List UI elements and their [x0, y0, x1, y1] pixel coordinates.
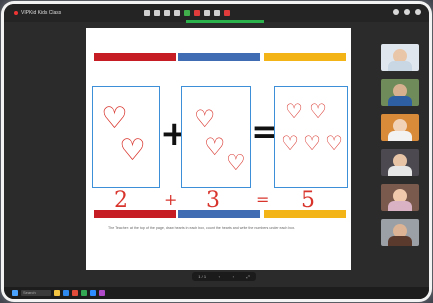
- video-app-icon[interactable]: [90, 290, 96, 296]
- participant-body: [388, 96, 412, 106]
- left-box: ♡ ♡: [92, 86, 160, 188]
- layout-icon[interactable]: [404, 9, 410, 15]
- page-indicator: 1 / 1: [198, 274, 207, 279]
- participant-panel: [377, 44, 425, 254]
- slide-caption: The Teacher: at the top of the page, dra…: [108, 226, 296, 230]
- participant-video[interactable]: [381, 184, 419, 211]
- next-page-button[interactable]: ›: [233, 274, 234, 279]
- heart-drawing: ♡: [285, 99, 303, 123]
- taskbar: Search: [4, 287, 429, 299]
- slide-controls: 1 / 1 ‹ › ⤢: [192, 272, 256, 281]
- participant-body: [388, 166, 412, 176]
- participant-body: [388, 61, 412, 71]
- answer-plus: +: [164, 190, 178, 209]
- bottom-yellow-bar: [264, 210, 346, 218]
- bottom-blue-bar: [178, 210, 260, 218]
- participant-video[interactable]: [381, 149, 419, 176]
- heart-drawing: ♡: [325, 131, 343, 155]
- top-red-bar: [94, 53, 176, 61]
- top-yellow-bar: [264, 53, 346, 61]
- top-blue-bar: [178, 53, 260, 61]
- end-call-icon[interactable]: [224, 10, 230, 16]
- heart-drawing: ♡: [309, 99, 327, 123]
- app-icon[interactable]: [81, 290, 87, 296]
- record-icon[interactable]: [194, 10, 200, 16]
- app-icon[interactable]: [72, 290, 78, 296]
- participant-body: [388, 131, 412, 141]
- chat-icon[interactable]: [174, 10, 180, 16]
- reactions-icon[interactable]: [204, 10, 210, 16]
- participant-video[interactable]: [381, 114, 419, 141]
- start-icon[interactable]: [12, 290, 18, 296]
- meeting-toolbar: [144, 7, 230, 19]
- participants-icon[interactable]: [184, 10, 190, 16]
- shared-slide: ♡ ♡ + ♡ ♡ ♡ = ♡ ♡ ♡ ♡ ♡ 2 + 3 = 5 The Te…: [86, 28, 351, 270]
- window-controls: [393, 9, 421, 15]
- meeting-title: VIPKid Kids Class: [14, 10, 61, 16]
- browser-icon[interactable]: [63, 290, 69, 296]
- participant-body: [388, 236, 412, 246]
- more-icon[interactable]: [214, 10, 220, 16]
- folder-icon[interactable]: [54, 290, 60, 296]
- share-icon[interactable]: [164, 10, 170, 16]
- close-icon[interactable]: [415, 9, 421, 15]
- fullscreen-button[interactable]: ⤢: [247, 274, 250, 279]
- heart-drawing: ♡: [226, 151, 246, 176]
- participant-body: [388, 201, 412, 211]
- heart-drawing: ♡: [119, 133, 146, 168]
- settings-icon[interactable]: [393, 9, 399, 15]
- participant-video[interactable]: [381, 219, 419, 246]
- camera-icon[interactable]: [154, 10, 160, 16]
- screen-share-indicator: [186, 20, 264, 23]
- app-icon[interactable]: [99, 290, 105, 296]
- participant-video[interactable]: [381, 44, 419, 71]
- taskbar-search[interactable]: Search: [21, 290, 51, 296]
- result-box: ♡ ♡ ♡ ♡ ♡: [274, 86, 348, 188]
- mic-icon[interactable]: [144, 10, 150, 16]
- heart-drawing: ♡: [281, 131, 299, 155]
- answer-equals: =: [256, 190, 270, 209]
- heart-drawing: ♡: [101, 101, 128, 136]
- meeting-window: VIPKid Kids Class ♡ ♡ + ♡ ♡ ♡ = ♡ ♡ ♡ ♡ …: [4, 4, 429, 299]
- heart-drawing: ♡: [204, 133, 226, 161]
- middle-box: ♡ ♡ ♡: [181, 86, 251, 188]
- heart-drawing: ♡: [303, 131, 321, 155]
- recording-icon: [14, 10, 18, 15]
- meeting-title-text: VIPKid Kids Class: [21, 10, 62, 16]
- participant-video[interactable]: [381, 79, 419, 106]
- bottom-red-bar: [94, 210, 176, 218]
- prev-page-button[interactable]: ‹: [219, 274, 220, 279]
- heart-drawing: ♡: [194, 105, 216, 133]
